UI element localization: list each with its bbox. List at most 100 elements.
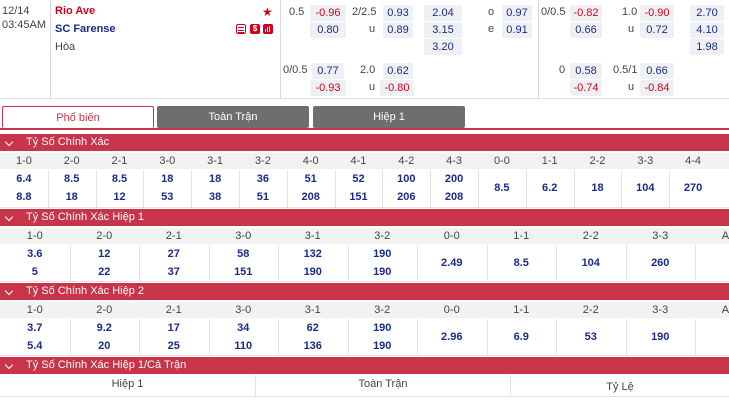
odds-cell[interactable]: -0.93 — [310, 80, 346, 96]
odds-cell[interactable]: 190 — [278, 266, 348, 278]
odds-cell[interactable]: 37 — [139, 266, 209, 278]
odds-cell[interactable]: 8.8 — [0, 191, 48, 203]
home-team[interactable]: Rio Ave — [55, 5, 95, 17]
odds-cell[interactable]: 0.62 — [383, 63, 413, 79]
stats-chart-icon[interactable] — [263, 24, 273, 34]
odds-cell[interactable]: 0.91 — [502, 22, 532, 38]
odds-cell[interactable]: 0.89 — [383, 22, 413, 38]
odd-even-label: o — [488, 6, 495, 18]
odds-cell[interactable]: 12 — [96, 191, 144, 203]
odds-cell[interactable]: -0.82 — [570, 5, 602, 21]
odds-cell[interactable]: 22 — [70, 266, 140, 278]
odds-cell[interactable]: 208 — [430, 191, 478, 203]
odds-cell[interactable]: 151 — [335, 191, 383, 203]
odds-cell[interactable]: 0.58 — [570, 63, 602, 79]
odds-cell[interactable]: 1.98 — [690, 39, 724, 55]
odds-cell[interactable]: 62 — [278, 322, 348, 334]
odds-cell[interactable]: 100 — [382, 173, 430, 185]
odds-cell[interactable]: 0.66 — [640, 63, 674, 79]
odds-cell[interactable]: 38 — [191, 191, 239, 203]
odds-cell[interactable]: 8.5 — [96, 173, 144, 185]
odds-cell[interactable]: 53 — [556, 331, 626, 343]
odds-cell[interactable]: 5 — [0, 266, 70, 278]
odds-cell[interactable]: 25 — [139, 340, 209, 352]
odds-cell[interactable]: 0.66 — [570, 22, 602, 38]
odds-cell[interactable]: 3.20 — [424, 39, 462, 55]
odds-cell[interactable]: 5.4 — [0, 340, 70, 352]
odds-cell[interactable]: -0.84 — [640, 80, 674, 96]
odds-cell[interactable]: 18 — [48, 191, 96, 203]
odds-cell[interactable]: 0.77 — [312, 63, 344, 79]
odds-cell[interactable]: 3.7 — [0, 322, 70, 334]
odds-cell[interactable]: 0.97 — [502, 5, 532, 21]
odds-cell[interactable]: 190 — [348, 248, 418, 260]
odds-cell[interactable]: 0.72 — [640, 22, 674, 38]
odds-cell[interactable]: 34 — [209, 322, 279, 334]
odds-cell[interactable]: 190 — [348, 340, 418, 352]
column-header: 4-4 — [685, 155, 702, 167]
odds-cell[interactable]: 104 — [621, 182, 669, 194]
odds-cell[interactable]: 132 — [278, 248, 348, 260]
odds-cell[interactable]: 8.5 — [478, 182, 526, 194]
odds-cell[interactable]: 4.10 — [690, 22, 724, 38]
odds-cell[interactable]: -0.96 — [310, 5, 346, 21]
odds-cell[interactable]: 18 — [574, 182, 622, 194]
tab-hiep-1[interactable]: Hiệp 1 — [313, 106, 465, 128]
odds-cell[interactable]: 6.2 — [526, 182, 574, 194]
odds-cell[interactable]: 58 — [209, 248, 279, 260]
odds-cell[interactable]: 206 — [382, 191, 430, 203]
odds-cell[interactable]: 8.5 — [48, 173, 96, 185]
odds-cell[interactable]: 52 — [335, 173, 383, 185]
odds-cell[interactable]: 104 — [556, 257, 626, 269]
dollar-icon[interactable]: $ — [250, 24, 260, 34]
column-header: 2-1 — [111, 155, 128, 167]
odds-cell[interactable]: 151 — [209, 266, 279, 278]
odds-cell[interactable]: 0.80 — [310, 22, 346, 38]
odds-cell[interactable]: 200 — [430, 173, 478, 185]
favorite-star-icon[interactable]: ★ — [262, 6, 274, 18]
odds-cell[interactable]: 190 — [626, 331, 696, 343]
odds-cell[interactable]: 190 — [348, 266, 418, 278]
odds-cell[interactable]: 136 — [278, 340, 348, 352]
section-header-ht-ft[interactable]: Tỷ Số Chính Xác Hiệp 1/Cả Trận — [0, 357, 729, 374]
odds-cell[interactable]: -0.80 — [380, 80, 414, 96]
odds-cell[interactable]: 27 — [139, 248, 209, 260]
odds-cell[interactable]: 260 — [626, 257, 696, 269]
odds-cell[interactable]: 190 — [348, 322, 418, 334]
odds-cell[interactable]: 208 — [287, 191, 335, 203]
section-header-correct-score-h2[interactable]: Tỷ Số Chính Xác Hiệp 2 — [0, 283, 729, 300]
odds-cell[interactable]: 6.9 — [487, 331, 557, 343]
odds-cell[interactable]: 270 — [669, 182, 717, 194]
odds-cell[interactable]: 53 — [143, 191, 191, 203]
column-header: 2-0 — [63, 155, 80, 167]
odds-cell[interactable]: 18 — [143, 173, 191, 185]
odds-cell[interactable]: 9.2 — [70, 322, 140, 334]
odds-cell[interactable]: 20 — [70, 340, 140, 352]
odds-cell[interactable]: 51 — [287, 173, 335, 185]
odds-cell[interactable]: 3.15 — [424, 22, 462, 38]
tab-toan-tran[interactable]: Toàn Trận — [157, 106, 309, 128]
odds-cell[interactable]: 18 — [191, 173, 239, 185]
odds-cell[interactable]: 6.4 — [0, 173, 48, 185]
match-date: 12/14 — [2, 5, 30, 17]
odds-cell[interactable]: 12 — [70, 248, 140, 260]
odds-cell[interactable]: 51 — [239, 191, 287, 203]
list-icon[interactable] — [236, 24, 246, 34]
odds-cell[interactable]: 17 — [139, 322, 209, 334]
section-header-correct-score-h1[interactable]: Tỷ Số Chính Xác Hiệp 1 — [0, 209, 729, 226]
odds-cell[interactable]: 3.6 — [0, 248, 70, 260]
odds-cell[interactable]: 8.5 — [487, 257, 557, 269]
odds-cell[interactable]: 110 — [209, 340, 279, 352]
section-header-correct-score[interactable]: Tỷ Số Chính Xác — [0, 134, 729, 151]
odds-cell[interactable]: 2.49 — [417, 257, 487, 269]
away-team[interactable]: SC Farense — [55, 23, 116, 35]
odds-cell[interactable]: -0.74 — [570, 80, 602, 96]
odds-cell[interactable]: 2.70 — [690, 5, 724, 21]
odds-cell[interactable]: -0.90 — [640, 5, 674, 21]
odds-cell[interactable]: 2.04 — [424, 5, 462, 21]
odds-cell[interactable]: 36 — [239, 173, 287, 185]
tab-pho-bien[interactable]: Phổ biến — [2, 106, 154, 128]
odds-cell[interactable]: 2.96 — [417, 331, 487, 343]
under-label: u — [628, 81, 635, 93]
odds-cell[interactable]: 0.93 — [383, 5, 413, 21]
